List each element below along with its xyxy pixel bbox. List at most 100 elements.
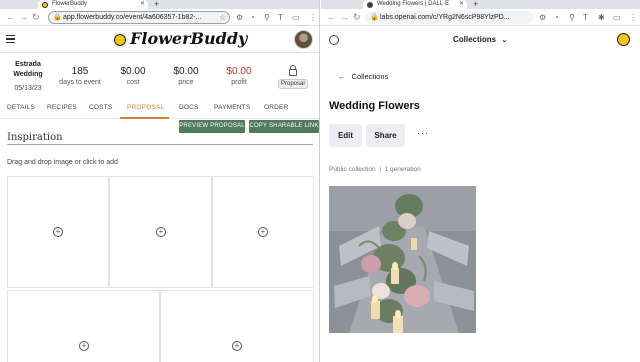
collection-meta: Public collection 1 generation bbox=[329, 166, 421, 173]
collections-dropdown[interactable]: Collections ⌄ bbox=[453, 35, 507, 44]
tab-order[interactable]: ORDER bbox=[264, 104, 288, 111]
image-dropzone[interactable]: + bbox=[7, 290, 160, 362]
share-button[interactable]: Share bbox=[366, 124, 405, 147]
close-tab-icon[interactable]: ✕ bbox=[459, 0, 464, 9]
lock-icon bbox=[288, 65, 297, 76]
stat-label: profit bbox=[231, 79, 247, 86]
bee-extension-icon[interactable]: ⚲ bbox=[264, 11, 270, 24]
app-header: FlowerBuddy bbox=[0, 26, 319, 53]
tab-payments[interactable]: PAYMENTS bbox=[214, 104, 250, 111]
puzzle-extension-icon[interactable]: ✱ bbox=[598, 11, 605, 24]
close-tab-icon[interactable]: ✕ bbox=[140, 0, 145, 9]
visibility-label: Public collection bbox=[329, 166, 376, 174]
image-dropzone[interactable]: + bbox=[109, 176, 212, 288]
add-circle-icon: + bbox=[53, 227, 63, 237]
add-circle-icon: + bbox=[156, 227, 166, 237]
reload-icon[interactable]: ↻ bbox=[32, 12, 40, 23]
stat-price: $0.00 price bbox=[163, 66, 209, 86]
chevron-down-icon: ⌄ bbox=[501, 37, 508, 44]
preview-proposal-button[interactable]: PREVIEW PROPOSAL bbox=[179, 120, 245, 133]
hamburger-menu-icon[interactable] bbox=[6, 35, 15, 45]
stat-label: days to event bbox=[59, 79, 101, 86]
menu-dots-icon[interactable]: ⋮ bbox=[309, 11, 317, 24]
bookmark-star-icon[interactable]: ☆ bbox=[219, 11, 226, 24]
flowerbuddy-favicon-icon bbox=[42, 2, 48, 8]
generation-count: 1 generation bbox=[384, 166, 421, 174]
bee-extension-icon[interactable]: ⚲ bbox=[569, 11, 575, 24]
event-date: 05/13/23 bbox=[14, 85, 42, 92]
meta-separator bbox=[379, 166, 381, 173]
reload-icon[interactable]: ↻ bbox=[353, 12, 361, 23]
proposal-lock[interactable]: Proposal bbox=[278, 65, 308, 89]
brand-logo[interactable]: FlowerBuddy bbox=[130, 29, 247, 48]
user-avatar[interactable] bbox=[617, 33, 630, 46]
stat-cost: $0.00 cost bbox=[110, 66, 156, 86]
browser-tab-flowerbuddy[interactable]: FlowerBuddy ✕ bbox=[38, 0, 148, 9]
address-bar: ← → ↻ 🔒 labs.openai.com/c/YRg2N6scP98Ylz… bbox=[321, 9, 640, 26]
drag-drop-hint: Drag and drop image or click to add bbox=[7, 159, 118, 166]
forward-arrow-icon[interactable]: → bbox=[340, 12, 349, 23]
image-dropzone[interactable]: + bbox=[212, 176, 314, 288]
flower-extension-icon[interactable]: T bbox=[278, 11, 283, 24]
new-tab-button[interactable]: + bbox=[473, 0, 478, 9]
dalle-header: Collections ⌄ bbox=[321, 26, 640, 54]
url-text: app.flowerbuddy.co/event/4a606357-1b82-.… bbox=[63, 14, 202, 21]
add-circle-icon: + bbox=[79, 341, 89, 351]
more-options-button[interactable]: ··· bbox=[417, 128, 429, 138]
generated-image-wedding-flowers[interactable] bbox=[329, 186, 476, 333]
event-tabs: DETAILS RECIPES COSTS PROPOSAL DOCS PAYM… bbox=[0, 97, 319, 119]
event-summary: Estrada Wedding 05/13/23 185 days to eve… bbox=[0, 58, 319, 94]
image-dropzone[interactable]: + bbox=[7, 176, 109, 288]
section-title: Inspiration bbox=[7, 132, 63, 143]
tab-proposal[interactable]: PROPOSAL bbox=[127, 104, 164, 111]
url-text: labs.openai.com/c/YRg2N6scP98YlzPD... bbox=[380, 14, 510, 21]
user-avatar[interactable] bbox=[294, 30, 313, 49]
browser-tab-title: FlowerBuddy bbox=[52, 1, 88, 7]
floral-centerpiece-image bbox=[329, 186, 476, 333]
collection-title: Wedding Flowers bbox=[329, 100, 420, 112]
dalle-window: Wedding Flowers | DALL·E ✕ + ← → ↻ 🔒 lab… bbox=[321, 0, 640, 362]
flowerbuddy-window: FlowerBuddy ✕ + ← → ↻ 🔒 app.flowerbuddy.… bbox=[0, 0, 320, 362]
active-tab-indicator bbox=[120, 117, 169, 119]
window-icon[interactable]: ▭ bbox=[292, 11, 300, 24]
lock-icon: 🔒 bbox=[53, 14, 62, 21]
browser-tab-strip: FlowerBuddy ✕ + bbox=[0, 0, 319, 9]
extension-icon[interactable]: ◔ bbox=[554, 11, 559, 24]
stat-days-to-event: 185 days to event bbox=[55, 66, 105, 86]
tab-details[interactable]: DETAILS bbox=[7, 104, 35, 111]
browser-tab-dalle[interactable]: Wedding Flowers | DALL·E ✕ bbox=[363, 0, 467, 9]
add-circle-icon: + bbox=[258, 227, 268, 237]
browser-tab-title: Wedding Flowers | DALL·E bbox=[377, 1, 450, 7]
tab-recipes[interactable]: RECIPES bbox=[47, 104, 77, 111]
event-name: Estrada Wedding bbox=[13, 61, 43, 78]
back-to-collections-link[interactable]: ← Collections bbox=[338, 72, 388, 81]
tab-costs[interactable]: COSTS bbox=[89, 104, 112, 111]
extension-icon[interactable]: ◔ bbox=[250, 11, 255, 24]
settings-gear-icon[interactable]: ⚙ bbox=[236, 11, 243, 24]
new-tab-button[interactable]: + bbox=[154, 0, 159, 9]
image-dropzone[interactable]: + bbox=[160, 290, 314, 362]
stat-value: $0.00 bbox=[120, 66, 146, 77]
window-icon[interactable]: ▭ bbox=[613, 11, 621, 24]
stat-label: price bbox=[178, 79, 194, 86]
tab-docs[interactable]: DOCS bbox=[179, 104, 199, 111]
stat-label: cost bbox=[126, 79, 140, 86]
add-circle-icon: + bbox=[232, 341, 242, 351]
browser-tab-strip: Wedding Flowers | DALL·E ✕ + bbox=[321, 0, 640, 9]
left-arrow-icon: ← bbox=[338, 72, 346, 81]
url-input[interactable]: 🔒 app.flowerbuddy.co/event/4a606357-1b82… bbox=[48, 11, 230, 24]
flower-extension-icon[interactable]: T bbox=[583, 11, 588, 24]
stat-value: 185 bbox=[71, 66, 89, 77]
openai-logo-icon[interactable] bbox=[329, 35, 339, 45]
back-arrow-icon[interactable]: ← bbox=[6, 12, 15, 23]
forward-arrow-icon[interactable]: → bbox=[19, 12, 28, 23]
url-input[interactable]: 🔒 labs.openai.com/c/YRg2N6scP98YlzPD... bbox=[365, 11, 533, 24]
copy-sharable-link-button[interactable]: COPY SHARABLE LINK bbox=[249, 120, 319, 133]
stat-value: $0.00 bbox=[226, 66, 252, 77]
back-arrow-icon[interactable]: ← bbox=[327, 12, 336, 23]
settings-gear-icon[interactable]: ⚙ bbox=[539, 11, 546, 24]
edit-button[interactable]: Edit bbox=[329, 124, 362, 147]
proposal-badge: Proposal bbox=[278, 79, 308, 89]
bee-logo-icon bbox=[114, 34, 126, 46]
menu-dots-icon[interactable]: ⋮ bbox=[629, 11, 637, 24]
